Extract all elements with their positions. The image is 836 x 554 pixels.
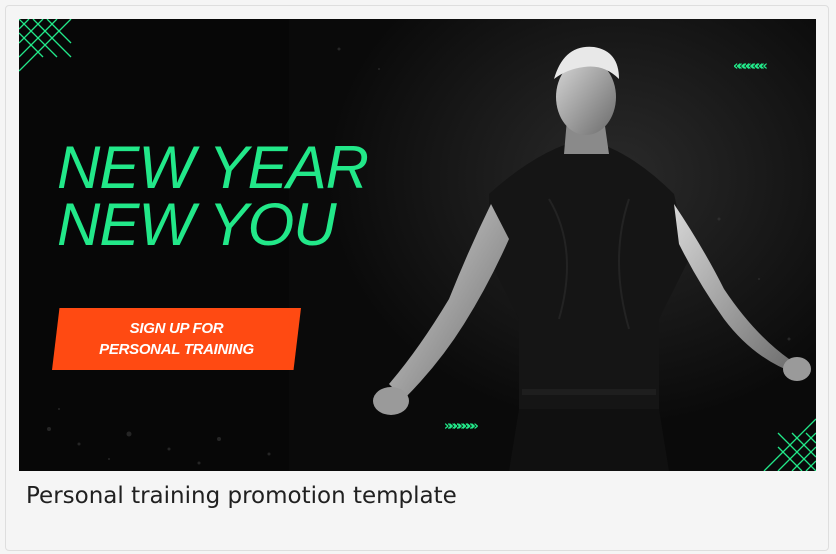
- template-card[interactable]: NEW YEAR NEW YOU SIGN UP FOR PERSONAL TR…: [5, 5, 829, 551]
- headline-line-1: NEW YEAR: [57, 134, 369, 201]
- cta-line-1: SIGN UP FOR: [129, 320, 224, 337]
- headline-line-2: NEW YOU: [57, 191, 337, 258]
- chevrons-left-icon: «««««««: [733, 59, 768, 74]
- cta-line-2: PERSONAL TRAINING: [99, 341, 254, 358]
- template-caption[interactable]: Personal training promotion template: [26, 483, 457, 509]
- sign-up-button[interactable]: SIGN UP FOR PERSONAL TRAINING: [52, 308, 301, 370]
- promo-headline: NEW YEAR NEW YOU: [57, 134, 369, 258]
- chevrons-right-icon: »»»»»»»: [444, 419, 479, 434]
- promo-banner-image[interactable]: NEW YEAR NEW YOU SIGN UP FOR PERSONAL TR…: [19, 19, 816, 471]
